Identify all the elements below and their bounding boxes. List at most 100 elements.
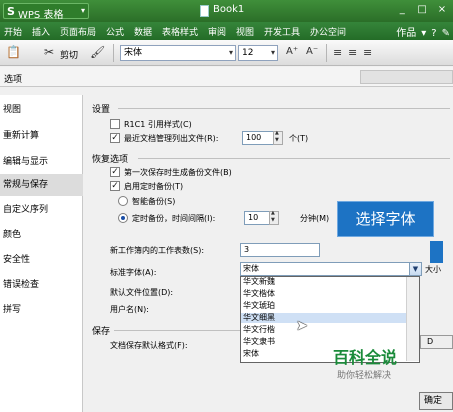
font-name-select[interactable]: 宋体 ▾ [120,45,236,61]
document-icon [200,5,209,17]
menu-right-tools: 作品 ▾? ✎ [391,24,450,39]
menu-view[interactable]: 视图 [236,25,254,38]
nav-item-recalculate[interactable]: 重新计算 [0,125,83,147]
app-menu-button[interactable]: S WPS 表格 ▾ [3,3,89,21]
ok-button[interactable]: 确定 [419,392,453,410]
font-option[interactable]: 华文琥珀 [241,301,406,311]
nav-item-view[interactable]: 视图 [0,99,83,121]
increase-font-icon[interactable]: A⁺ [286,46,298,57]
timed-backup-checkbox[interactable]: ✓ [110,181,120,191]
align-bottom-icon[interactable]: ≡ [363,46,372,59]
chevron-down-icon: ▾ [80,6,85,15]
title-bar: S WPS 表格 ▾ Book1 _ □ × [0,0,453,22]
sheets-count-input[interactable]: 3 [240,243,320,257]
menu-review[interactable]: 审阅 [208,25,226,38]
format-painter-icon[interactable]: 🖌 [90,45,105,59]
recent-files-spinner[interactable] [273,130,283,145]
document-title: Book1 [213,4,245,15]
menu-data[interactable]: 数据 [134,25,152,38]
interval-backup-radio[interactable] [118,213,128,223]
chevron-down-icon: ▾ [421,28,427,39]
help-icon[interactable]: ? [431,28,436,39]
font-option[interactable]: 华文行楷 [241,325,406,335]
settings-group-title: 设置 [92,105,111,115]
interval-spinner[interactable] [269,210,279,225]
callout-bubble: 选择字体 [337,201,434,237]
dialog-title: 选项 [4,75,23,85]
window-controls: _ □ × [392,3,449,18]
first-backup-checkbox[interactable]: ✓ [110,167,120,177]
maximize-button[interactable]: □ [415,3,429,17]
chevron-down-icon: ▾ [270,48,275,57]
interval-backup-label: 定时备份，时间间隔(I): [132,214,216,223]
standard-font-label: 标准字体(A): [110,268,157,277]
mouse-cursor-icon: ➤ [296,318,308,334]
interval-minutes-input[interactable]: 10 [244,211,270,225]
r1c1-label: R1C1 引用样式(C) [124,120,192,129]
toolbar-divider [326,44,327,62]
format-button[interactable]: D [420,335,453,349]
cut-button[interactable]: 剪切 [60,48,78,61]
menu-formula[interactable]: 公式 [106,25,124,38]
font-option[interactable]: 华文新魏 [241,277,406,287]
toolbar: 📋 ✂ 剪切 🖌 宋体 ▾ 12 ▾ A⁺ A⁻ ≡ ≡ ≡ [0,40,453,66]
standard-font-dropdown-button[interactable]: ▼ [409,262,422,276]
decrease-font-icon[interactable]: A⁻ [306,46,318,57]
scissors-icon[interactable]: ✂ [44,45,54,59]
r1c1-checkbox[interactable] [110,119,120,129]
watermark-subtitle: 助你轻松解决 [337,371,392,381]
menu-developer[interactable]: 开发工具 [264,25,300,38]
menu-table-style[interactable]: 表格样式 [162,25,198,38]
recent-files-count-input[interactable]: 100 [242,131,274,145]
standard-font-value: 宋体 [243,264,259,273]
menu-home[interactable]: 开始 [4,25,22,38]
nav-item-edit-display[interactable]: 编辑与显示 [0,151,83,173]
font-size-value: 12 [242,48,254,58]
edit-icon[interactable]: ✎ [442,28,450,39]
timed-backup-label: 启用定时备份(T) [124,182,184,191]
save-group-title: 保存 [92,327,111,337]
nav-item-color[interactable]: 颜色 [0,224,83,246]
options-nav: 视图 重新计算 编辑与显示 常规与保存 自定义序列 颜色 安全性 错误检查 拼写 [0,95,83,412]
menu-page-layout[interactable]: 页面布局 [60,25,96,38]
default-location-label: 默认文件位置(D): [110,288,174,297]
minimize-button[interactable]: _ [395,3,409,17]
paste-icon[interactable]: 📋 [6,45,21,59]
nav-item-error-check[interactable]: 错误检查 [0,274,83,296]
align-middle-icon[interactable]: ≡ [348,46,357,59]
nav-item-custom-lists[interactable]: 自定义序列 [0,199,83,221]
font-size-label: 大小 [425,265,441,274]
toolbar-divider [113,44,114,62]
nav-item-spelling[interactable]: 拼写 [0,299,83,321]
recovery-group-title: 恢复选项 [92,155,129,165]
font-size-select[interactable]: 12 ▾ [238,45,278,61]
dialog-header-strip [360,70,453,84]
first-backup-label: 第一次保存时生成备份文件(B) [124,168,232,177]
callout-text: 选择字体 [355,210,416,228]
nav-item-general-save[interactable]: 常规与保存 [0,174,83,196]
smart-backup-label: 智能备份(S) [132,197,176,206]
group-divider [118,108,450,109]
standard-font-select[interactable]: 宋体 [240,262,410,276]
sheets-count-label: 新工作簿内的工作表数(S): [110,246,205,255]
app-name: WPS 表格 [18,10,64,21]
works-menu[interactable]: 作品 [396,28,416,39]
group-divider [138,158,450,159]
recent-files-unit: 个(T) [289,134,309,143]
font-option-highlighted[interactable]: 华文细黑 [241,313,406,323]
chevron-down-icon: ▾ [228,48,233,57]
recent-files-checkbox[interactable]: ✓ [110,133,120,143]
menu-office-space[interactable]: 办公空间 [310,25,346,38]
font-option[interactable]: 华文楷体 [241,289,406,299]
dropdown-scrollbar[interactable] [406,277,419,361]
menu-bar: 开始 插入 页面布局 公式 数据 表格样式 审阅 视图 开发工具 办公空间 作品… [0,22,453,40]
align-top-icon[interactable]: ≡ [333,46,342,59]
close-button[interactable]: × [435,3,449,17]
watermark-title: 百科全说 [333,348,398,367]
smart-backup-radio[interactable] [118,196,128,206]
font-name-value: 宋体 [124,48,143,58]
menu-insert[interactable]: 插入 [32,25,50,38]
nav-item-security[interactable]: 安全性 [0,249,83,271]
settings-pane: 设置 R1C1 引用样式(C) ✓ 最近文档管理列出文件(R): 100 个(T… [88,95,453,412]
interval-unit: 分钟(M) [300,214,330,223]
